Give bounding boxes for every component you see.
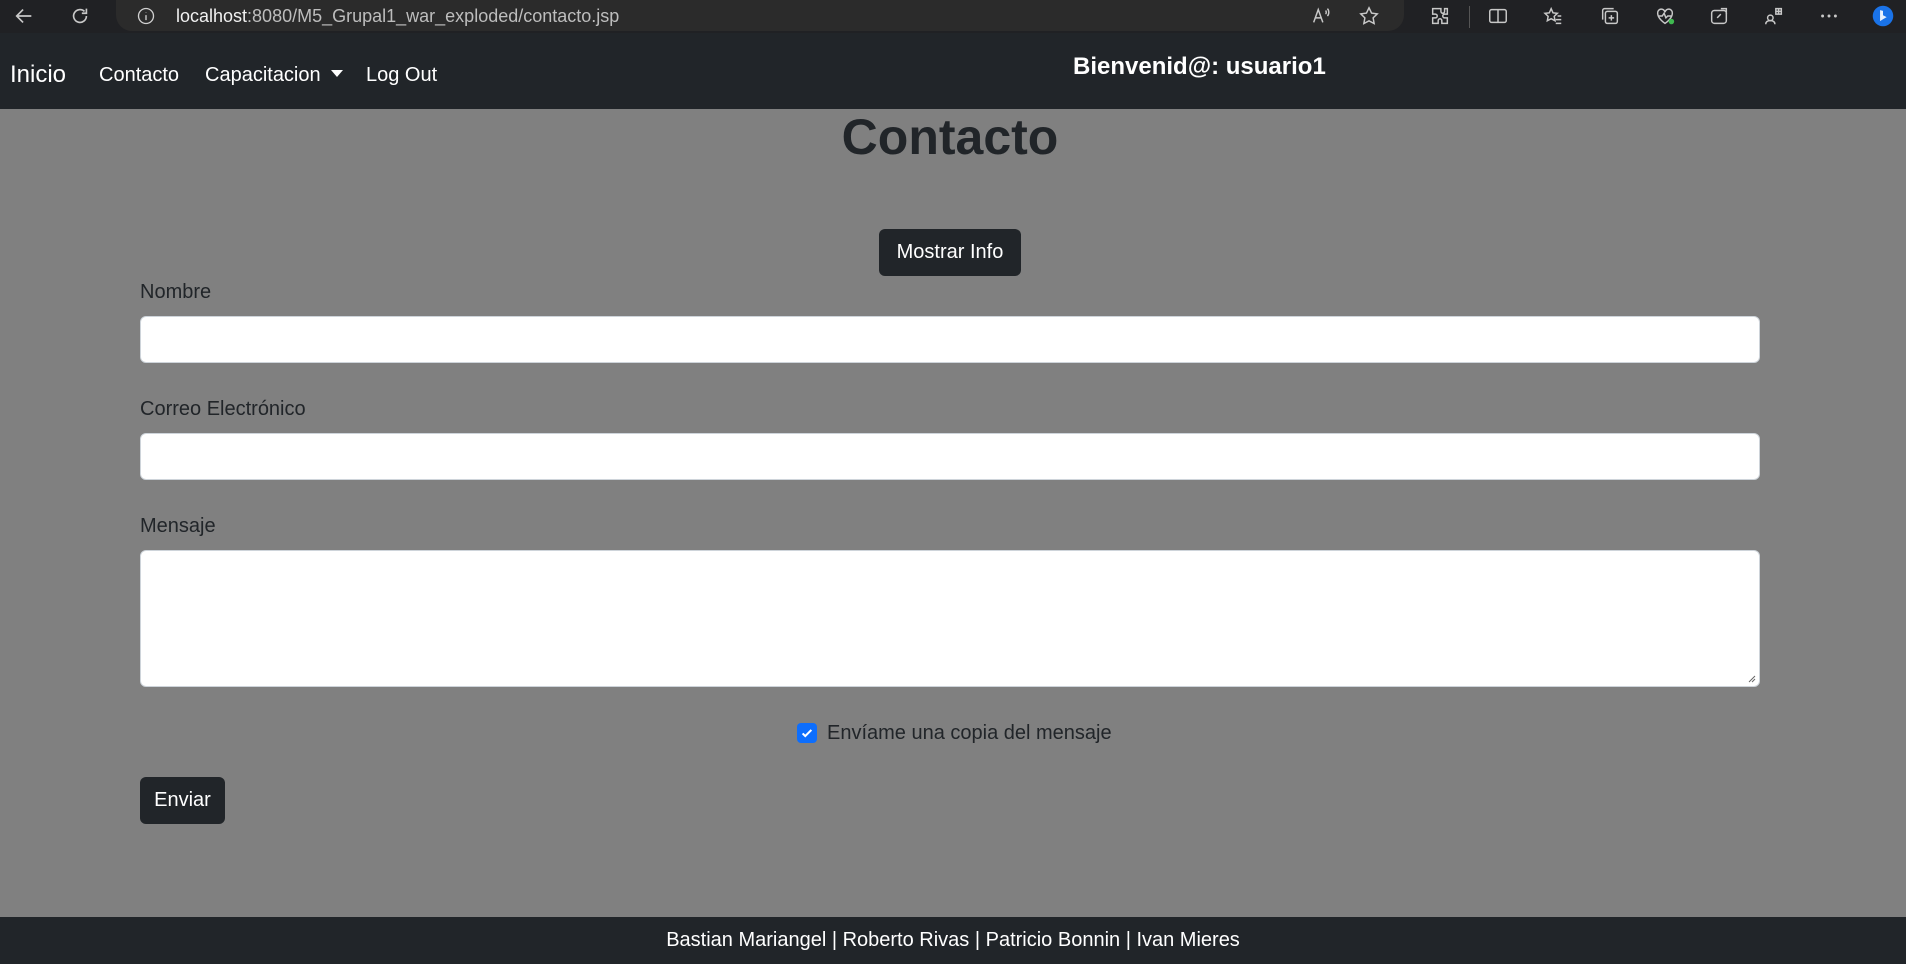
more-options-icon[interactable]: [1816, 3, 1842, 29]
email-label: Correo Electrónico: [140, 398, 306, 420]
page-title: Contacto: [841, 109, 1059, 165]
copy-checkbox[interactable]: [797, 723, 817, 743]
nav-link-contacto[interactable]: Contacto: [99, 64, 179, 87]
name-label: Nombre: [140, 281, 212, 303]
collections-icon[interactable]: [1597, 3, 1623, 29]
address-bar[interactable]: localhost:8080/M5_Grupal1_war_exploded/c…: [116, 0, 1404, 31]
toolbar-divider: [1469, 6, 1470, 28]
favorite-star-icon[interactable]: [1356, 3, 1382, 29]
nav-link-logout[interactable]: Log Out: [366, 64, 437, 87]
message-textarea[interactable]: [140, 550, 1760, 687]
copy-checkbox-row[interactable]: Envíame una copia del mensaje: [797, 720, 1112, 746]
checkmark-icon: [801, 729, 813, 738]
copy-checkbox-label: Envíame una copia del mensaje: [827, 721, 1112, 744]
extensions-icon[interactable]: [1427, 3, 1453, 29]
footer-credits: Bastian Mariangel | Roberto Rivas | Patr…: [0, 917, 1906, 964]
split-screen-icon[interactable]: [1485, 3, 1511, 29]
performance-icon[interactable]: [1706, 3, 1732, 29]
info-icon[interactable]: [134, 4, 158, 28]
read-aloud-icon[interactable]: [1308, 3, 1334, 29]
resize-grip-icon[interactable]: [1746, 673, 1756, 683]
browser-toolbar: localhost:8080/M5_Grupal1_war_exploded/c…: [0, 0, 1906, 33]
caret-down-icon: [330, 70, 343, 77]
nav-brand-inicio[interactable]: Inicio: [10, 61, 66, 89]
nav-dropdown-label: Capacitacion: [205, 64, 321, 86]
bing-copilot-icon[interactable]: [1866, 1, 1900, 31]
submit-button[interactable]: Enviar: [140, 777, 225, 824]
main-navbar: Inicio Contacto Capacitacion Log Out Bie…: [0, 33, 1906, 109]
name-input[interactable]: [140, 316, 1760, 363]
health-icon[interactable]: [1652, 3, 1678, 29]
email-input[interactable]: [140, 433, 1760, 480]
show-info-button[interactable]: Mostrar Info: [879, 229, 1021, 276]
nav-dropdown-capacitacion[interactable]: Capacitacion: [205, 64, 343, 87]
welcome-message: Bienvenid@: usuario1: [1073, 53, 1326, 80]
favorites-icon[interactable]: [1540, 3, 1566, 29]
url-text[interactable]: localhost:8080/M5_Grupal1_war_exploded/c…: [176, 6, 619, 27]
profile-apps-icon[interactable]: [1761, 3, 1787, 29]
refresh-icon[interactable]: [64, 2, 96, 30]
back-icon[interactable]: [8, 2, 40, 30]
message-label: Mensaje: [140, 515, 216, 537]
